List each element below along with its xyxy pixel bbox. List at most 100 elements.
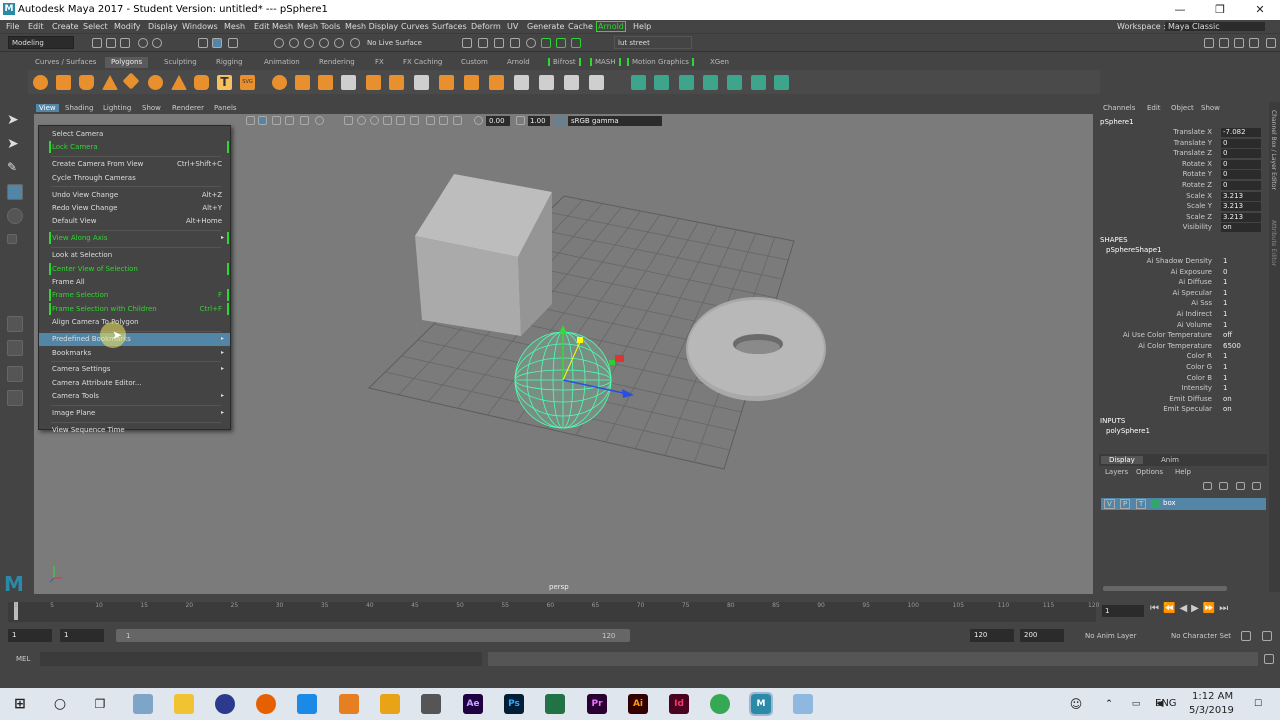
view-menu-item[interactable]: Bookmarks ▸ — [39, 347, 230, 360]
image-plane-icon[interactable] — [285, 116, 294, 125]
hypershade-icon[interactable] — [526, 38, 536, 48]
menu-edit-mesh[interactable]: Edit Mesh — [254, 22, 293, 31]
options-menu[interactable]: Options — [1136, 468, 1163, 476]
shape-attr-name[interactable]: Color R — [1097, 352, 1212, 360]
panel-menu-view[interactable]: View — [36, 104, 59, 112]
layer-scrollbar[interactable] — [1103, 586, 1227, 591]
channel-name[interactable]: Scale Y — [1097, 202, 1212, 210]
layers-menu[interactable]: Layers — [1105, 468, 1128, 476]
channel-box-icon[interactable] — [1266, 38, 1276, 48]
gamma-icon[interactable] — [516, 116, 525, 125]
save-scene-icon[interactable] — [120, 38, 130, 48]
clock-date[interactable]: 5/3/2019 — [1189, 705, 1234, 716]
shape-attr-value[interactable]: 1 — [1221, 257, 1261, 266]
bookmarks-icon[interactable] — [272, 116, 281, 125]
separate-icon[interactable] — [295, 75, 310, 90]
firefox-icon[interactable] — [256, 694, 276, 714]
poly-cube-icon[interactable] — [56, 75, 71, 90]
torus-mesh[interactable] — [686, 297, 826, 401]
persp-outliner-layout-icon[interactable] — [7, 366, 23, 382]
rotate-tool-icon[interactable] — [7, 208, 23, 224]
photoshop-icon[interactable]: Ps — [504, 694, 524, 714]
snap-point-icon[interactable] — [304, 38, 314, 48]
menu-display[interactable]: Display — [148, 22, 178, 31]
chrome-icon[interactable] — [710, 694, 730, 714]
shape-attr-name[interactable]: Color B — [1097, 374, 1212, 382]
cb-object-menu[interactable]: Object — [1171, 104, 1194, 112]
poly-pyramid-icon[interactable] — [171, 75, 187, 90]
taskbar-app6-icon[interactable] — [339, 694, 359, 714]
illustrator-icon[interactable]: Ai — [628, 694, 648, 714]
arnold-view-icon[interactable] — [571, 38, 581, 48]
channel-name[interactable]: Rotate Z — [1097, 181, 1212, 189]
view-menu-item[interactable]: Undo View Change Alt+Z — [39, 189, 230, 202]
uv-editor-icon[interactable] — [679, 75, 694, 90]
layer-name[interactable]: box — [1163, 499, 1176, 507]
tab-display[interactable]: Display — [1101, 456, 1143, 464]
shelf-tab-sculpting[interactable]: Sculpting — [164, 58, 197, 66]
automatic-mapping-icon[interactable] — [654, 75, 669, 90]
layers-help-menu[interactable]: Help — [1175, 468, 1191, 476]
color-management-icon[interactable] — [556, 116, 565, 125]
panel-menu-panels[interactable]: Panels — [214, 104, 237, 112]
side-tab-attribute-editor[interactable]: Attribute Editor — [1270, 220, 1277, 266]
shape-attr-value[interactable]: 1 — [1221, 278, 1261, 287]
anim-layer-dropdown[interactable]: No Anim Layer — [1085, 632, 1136, 640]
lasso-tool-icon[interactable]: ➤ — [7, 136, 23, 152]
menu-uv[interactable]: UV — [507, 22, 518, 31]
view-menu-item[interactable]: Lock Camera — [39, 141, 230, 154]
undo-icon[interactable] — [138, 38, 148, 48]
menu-generate[interactable]: Generate — [527, 22, 564, 31]
shelf-tab-fx-caching[interactable]: FX Caching — [403, 58, 442, 66]
modeling-toolkit-icon[interactable] — [1204, 38, 1214, 48]
channel-name[interactable]: Scale X — [1097, 192, 1212, 200]
playback-start-field[interactable]: 1 — [60, 629, 104, 642]
lights-icon[interactable] — [396, 116, 405, 125]
action-center-icon[interactable]: ☐ — [1248, 694, 1268, 714]
shape-attr-name[interactable]: Ai Color Temperature — [1097, 342, 1212, 350]
view-menu-item[interactable]: Frame Selection F — [39, 289, 230, 302]
poly-cylinder-icon[interactable] — [79, 75, 94, 90]
channel-value[interactable]: -7.082 — [1221, 128, 1261, 137]
view-menu-item[interactable]: Camera Tools ▸ — [39, 390, 230, 403]
shelf-tab-bifrost[interactable]: Bifrost — [548, 58, 581, 66]
shape-attr-value[interactable]: 1 — [1221, 352, 1261, 361]
premiere-icon[interactable]: Pr — [587, 694, 607, 714]
menu-curves[interactable]: Curves — [401, 22, 429, 31]
view-menu-item[interactable]: View Sequence Time — [39, 424, 230, 437]
arnold-ipr-icon[interactable] — [556, 38, 566, 48]
preferences-icon[interactable] — [1262, 631, 1272, 641]
taskbar-app7-icon[interactable] — [380, 694, 400, 714]
sew-uv-icon[interactable] — [727, 75, 742, 90]
windows-start-icon[interactable]: ⊞ — [10, 694, 30, 714]
bevel-icon[interactable] — [439, 75, 454, 90]
render-view-icon[interactable] — [462, 38, 472, 48]
view-menu-item[interactable]: Look at Selection — [39, 249, 230, 262]
poly-type-icon[interactable]: T — [217, 75, 232, 90]
anim-end-field[interactable]: 200 — [1020, 629, 1064, 642]
cb-show-menu[interactable]: Show — [1201, 104, 1220, 112]
view-menu-item[interactable]: Camera Attribute Editor... — [39, 377, 230, 390]
shape-attr-value[interactable]: on — [1221, 405, 1261, 414]
playback-end-field[interactable]: 120 — [970, 629, 1014, 642]
shape-attr-name[interactable]: Ai Use Color Temperature — [1097, 331, 1212, 339]
current-frame-field[interactable]: 1 — [1102, 605, 1144, 617]
paint-select-icon[interactable]: ✎ — [7, 160, 23, 176]
layer-playback-toggle[interactable]: P — [1120, 499, 1131, 509]
poly-plane-icon[interactable] — [122, 72, 140, 90]
channels-menu[interactable]: Channels — [1103, 104, 1135, 112]
anim-start-field[interactable]: 1 — [8, 629, 52, 642]
menu-deform[interactable]: Deform — [471, 22, 501, 31]
move-layer-up-icon[interactable] — [1203, 482, 1212, 490]
view-menu-item[interactable]: Default View Alt+Home — [39, 215, 230, 228]
combine-icon[interactable] — [272, 75, 287, 90]
cortana-search-icon[interactable]: ○ — [50, 694, 70, 714]
extrude-icon[interactable] — [414, 75, 429, 90]
shape-attr-name[interactable]: Ai Exposure — [1097, 268, 1212, 276]
select-tool-icon[interactable]: ➤ — [7, 112, 23, 128]
taskbar-app17-icon[interactable] — [793, 694, 813, 714]
attribute-editor-icon[interactable] — [1234, 38, 1244, 48]
menu-help[interactable]: Help — [633, 22, 651, 31]
new-empty-layer-icon[interactable] — [1236, 482, 1245, 490]
after-effects-icon[interactable]: Ae — [463, 694, 483, 714]
